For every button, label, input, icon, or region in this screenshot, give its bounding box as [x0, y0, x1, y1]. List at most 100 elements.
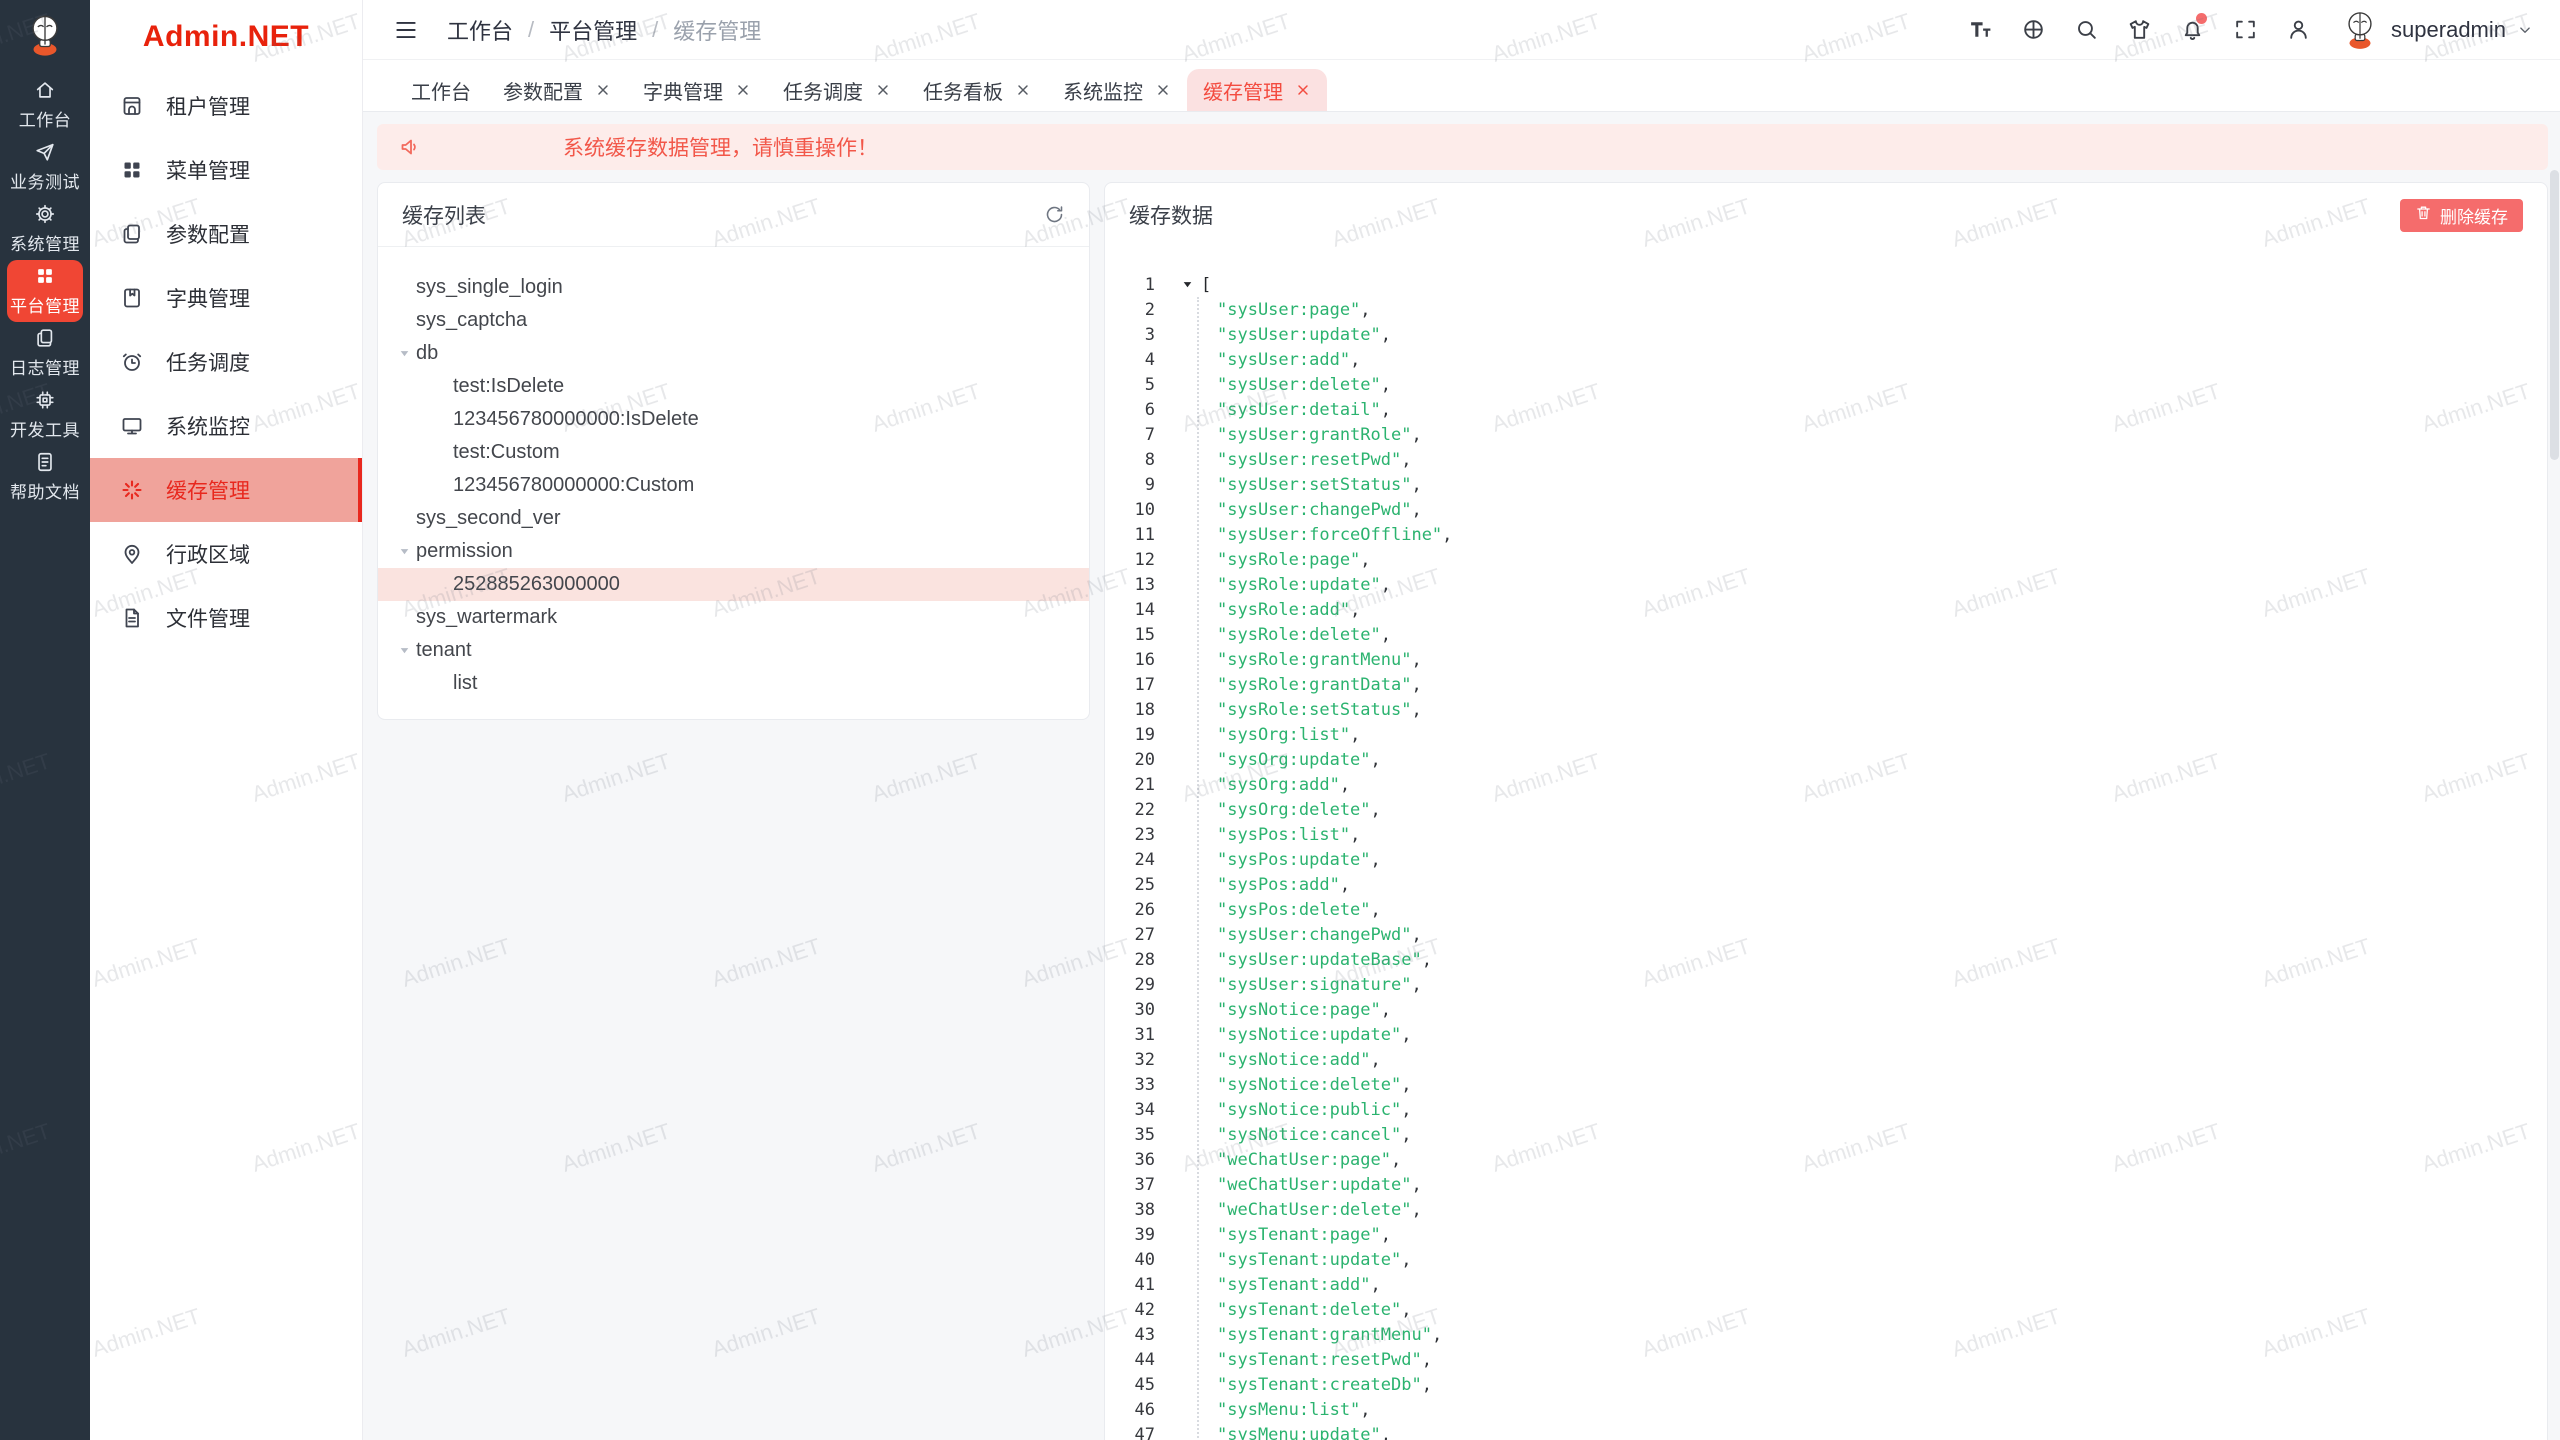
- json-line: 7"sysUser:grantRole",: [1105, 422, 2547, 447]
- json-comma: ,: [1422, 1350, 1432, 1370]
- font-size-button[interactable]: [1960, 10, 2000, 50]
- menu-item-label: 字典管理: [166, 283, 250, 313]
- close-icon[interactable]: [595, 82, 611, 98]
- menu-item-admin-region[interactable]: 行政区域: [90, 522, 362, 586]
- json-line: 6"sysUser:detail",: [1105, 397, 2547, 422]
- menu-item-file-manage[interactable]: 文件管理: [90, 586, 362, 650]
- close-icon[interactable]: [735, 82, 751, 98]
- refresh-icon[interactable]: [1044, 204, 1065, 225]
- theme-button[interactable]: [2119, 10, 2159, 50]
- json-value-row: "sysRole:grantData",: [1155, 675, 1422, 695]
- tree-node[interactable]: tenant: [378, 634, 1089, 667]
- line-number: 45: [1105, 1375, 1155, 1395]
- profile-button[interactable]: [2278, 10, 2318, 50]
- delete-cache-button[interactable]: 删除缓存: [2400, 199, 2523, 232]
- page-scrollbar[interactable]: [2550, 114, 2559, 1440]
- tree-node[interactable]: sys_wartermark: [378, 601, 1089, 634]
- json-string: "sysNotice:page": [1217, 1000, 1381, 1020]
- chevron-down-icon: [2516, 21, 2534, 39]
- tree-node[interactable]: permission: [378, 535, 1089, 568]
- tree-node[interactable]: 252885263000000: [378, 568, 1089, 601]
- tab-系统监控[interactable]: 系统监控: [1047, 69, 1187, 111]
- line-number: 2: [1105, 300, 1155, 320]
- json-value-row: "sysUser:detail",: [1155, 400, 1391, 420]
- menu-collapse-button[interactable]: [389, 13, 423, 47]
- close-icon[interactable]: [1295, 82, 1311, 98]
- json-string: "sysPos:add": [1217, 875, 1340, 895]
- json-viewer[interactable]: 1[2"sysUser:page",3"sysUser:update",4"sy…: [1105, 247, 2547, 1440]
- line-number: 47: [1105, 1425, 1155, 1440]
- json-line: 38"weChatUser:delete",: [1105, 1197, 2547, 1222]
- line-number: 27: [1105, 925, 1155, 945]
- line-number: 6: [1105, 400, 1155, 420]
- sidebar-item-platform-manage[interactable]: 平台管理: [7, 260, 83, 322]
- json-value-row: "sysUser:delete",: [1155, 375, 1391, 395]
- tree-node[interactable]: test:IsDelete: [378, 370, 1089, 403]
- json-value-row: "sysMenu:list",: [1155, 1400, 1371, 1420]
- tree-node[interactable]: sys_single_login: [378, 271, 1089, 304]
- tree-node[interactable]: 123456780000000:IsDelete: [378, 403, 1089, 436]
- close-icon[interactable]: [875, 82, 891, 98]
- close-icon[interactable]: [1015, 82, 1031, 98]
- sidebar-item-label: 开发工具: [10, 416, 80, 441]
- menu-item-cache-manage[interactable]: 缓存管理: [90, 458, 362, 522]
- caret-down-icon[interactable]: [392, 545, 416, 558]
- app-logo[interactable]: [0, 0, 90, 74]
- breadcrumb-item[interactable]: 平台管理: [549, 14, 637, 46]
- tree-node[interactable]: db: [378, 337, 1089, 370]
- tab-字典管理[interactable]: 字典管理: [627, 69, 767, 111]
- caret-down-icon[interactable]: [1181, 278, 1194, 291]
- sidebar-item-dev-tools[interactable]: 开发工具: [7, 384, 83, 446]
- tab-bar: 工作台参数配置字典管理任务调度任务看板系统监控缓存管理: [363, 60, 2560, 112]
- tree-node[interactable]: list: [378, 667, 1089, 700]
- tree-node[interactable]: test:Custom: [378, 436, 1089, 469]
- tab-缓存管理[interactable]: 缓存管理: [1187, 69, 1327, 111]
- scrollbar-thumb[interactable]: [2550, 170, 2559, 460]
- tab-任务看板[interactable]: 任务看板: [907, 69, 1047, 111]
- caret-down-icon[interactable]: [392, 347, 416, 360]
- json-string: "sysTenant:resetPwd": [1217, 1350, 1422, 1370]
- sidebar-item-system-manage[interactable]: 系统管理: [7, 198, 83, 260]
- json-line: 9"sysUser:setStatus",: [1105, 472, 2547, 497]
- menu-item-dict-manage[interactable]: 字典管理: [90, 266, 362, 330]
- tree-node[interactable]: sys_second_ver: [378, 502, 1089, 535]
- line-number: 17: [1105, 675, 1155, 695]
- sidebar-item-business-test[interactable]: 业务测试: [7, 136, 83, 198]
- tree-node[interactable]: sys_captcha: [378, 304, 1089, 337]
- menu-item-task-schedule[interactable]: 任务调度: [90, 330, 362, 394]
- tab-参数配置[interactable]: 参数配置: [487, 69, 627, 111]
- json-root-row[interactable]: [: [1155, 275, 1211, 295]
- tree-node[interactable]: 123456780000000:Custom: [378, 469, 1089, 502]
- fullscreen-button[interactable]: [2225, 10, 2265, 50]
- sidebar-item-label: 工作台: [19, 106, 72, 131]
- tab-任务调度[interactable]: 任务调度: [767, 69, 907, 111]
- json-comma: ,: [1411, 425, 1421, 445]
- tree-node-label: test:IsDelete: [453, 375, 564, 398]
- font-size-icon: [1968, 17, 1993, 42]
- location-icon: [120, 542, 144, 566]
- menu-item-tenant-manage[interactable]: 租户管理: [90, 74, 362, 138]
- user-menu[interactable]: superadmin: [2339, 9, 2534, 51]
- menu-item-system-monitor[interactable]: 系统监控: [90, 394, 362, 458]
- sidebar-item-workbench[interactable]: 工作台: [7, 74, 83, 136]
- sidebar-item-log-manage[interactable]: 日志管理: [7, 322, 83, 384]
- line-number: 18: [1105, 700, 1155, 720]
- language-button[interactable]: [2013, 10, 2053, 50]
- notebook-icon: [120, 286, 144, 310]
- spinner-icon: [120, 478, 144, 502]
- line-number: 35: [1105, 1125, 1155, 1145]
- breadcrumb-item[interactable]: 工作台: [447, 14, 513, 46]
- menu-item-param-config[interactable]: 参数配置: [90, 202, 362, 266]
- search-button[interactable]: [2066, 10, 2106, 50]
- notifications-button[interactable]: [2172, 10, 2212, 50]
- json-string: "sysUser:add": [1217, 350, 1350, 370]
- caret-down-icon[interactable]: [392, 644, 416, 657]
- line-number: 37: [1105, 1175, 1155, 1195]
- json-comma: ,: [1371, 1275, 1381, 1295]
- monitor-icon: [120, 414, 144, 438]
- sidebar-item-help-docs[interactable]: 帮助文档: [7, 446, 83, 508]
- tab-工作台[interactable]: 工作台: [395, 69, 487, 111]
- menu-item-menu-manage[interactable]: 菜单管理: [90, 138, 362, 202]
- tree-node-label: sys_wartermark: [416, 606, 557, 629]
- close-icon[interactable]: [1155, 82, 1171, 98]
